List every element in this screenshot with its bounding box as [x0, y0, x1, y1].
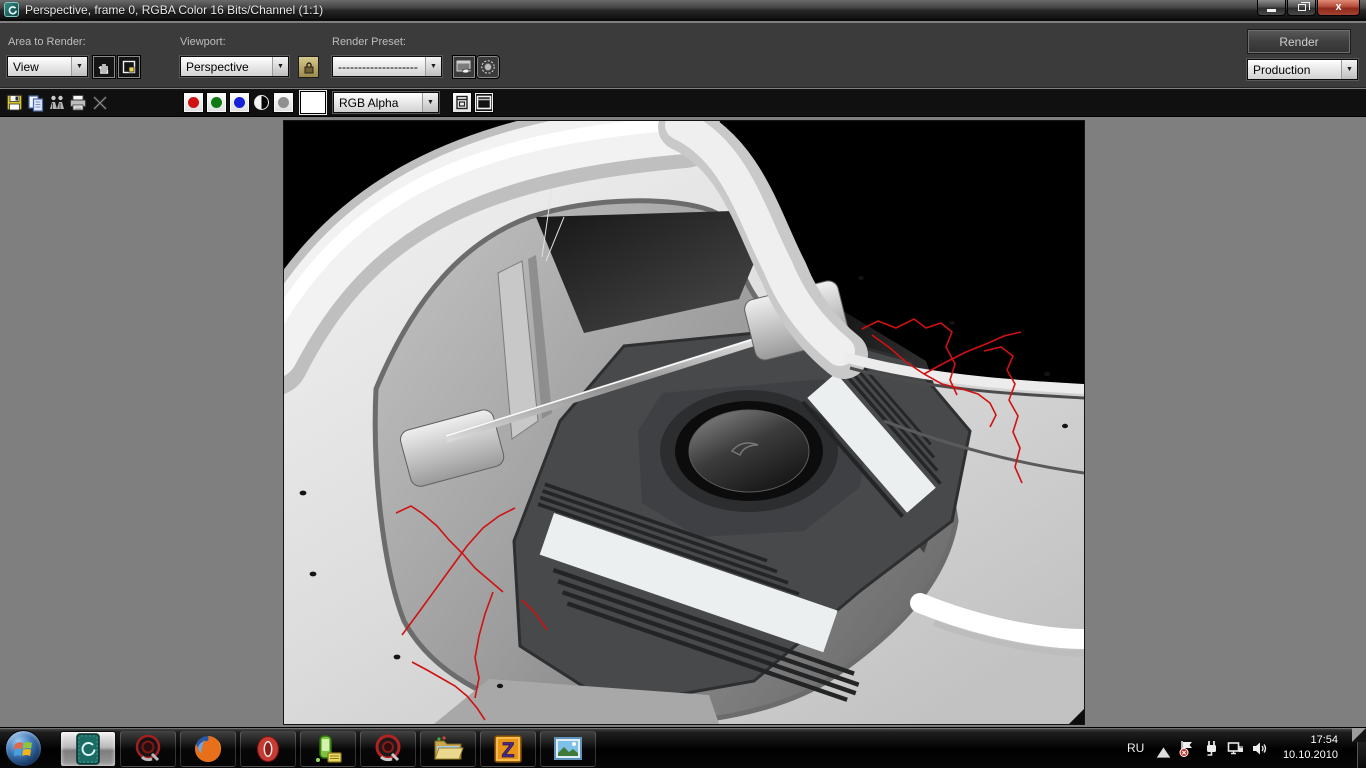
alpha-channel-button[interactable]: [273, 92, 294, 113]
taskbar-item-qip-contact[interactable]: [300, 731, 356, 767]
start-button[interactable]: [5, 730, 42, 767]
clear-color-swatch[interactable]: [300, 91, 326, 114]
render-setup-icon: [456, 59, 472, 75]
clock[interactable]: 17:54 10.10.2010: [1283, 733, 1338, 763]
red-channel-button[interactable]: [183, 92, 204, 113]
language-indicator[interactable]: RU: [1127, 741, 1144, 755]
device-plug-icon[interactable]: [1203, 740, 1220, 757]
chevron-down-icon: ▼: [425, 57, 441, 76]
viewport-label: Viewport:: [180, 36, 226, 48]
z-app-icon: Z: [492, 733, 524, 765]
channel-display-dropdown[interactable]: RGB Alpha ▼: [333, 92, 439, 113]
qip-contact-icon: [312, 733, 344, 765]
overlay-toggle-icon: [455, 95, 469, 110]
minimize-button[interactable]: [1257, 0, 1286, 16]
render-setup-button[interactable]: [453, 56, 475, 78]
delete-image-icon[interactable]: [91, 94, 109, 112]
rendered-frame-window: [283, 120, 1085, 725]
screen: Perspective, frame 0, RGBA Color 16 Bits…: [0, 0, 1366, 768]
3ds-max-logo-icon: [4, 2, 19, 17]
taskbar-item-opera[interactable]: [240, 731, 296, 767]
area-to-render-dropdown[interactable]: View ▼: [7, 56, 88, 77]
svg-text:Z: Z: [502, 739, 515, 762]
pan-hand-icon: [97, 60, 111, 74]
monochrome-button[interactable]: [254, 95, 269, 110]
render-mode-dropdown[interactable]: Production ▼: [1247, 59, 1358, 80]
render-preset-label: Render Preset:: [332, 36, 406, 48]
overlay-toggle-button[interactable]: [452, 92, 472, 113]
chevron-down-icon: ▼: [272, 57, 288, 76]
clone-window-icon[interactable]: [48, 94, 66, 112]
firefox-icon: [192, 733, 224, 765]
environment-icon: [480, 59, 496, 75]
green-channel-button[interactable]: [206, 92, 227, 113]
resize-corner: [1352, 728, 1366, 742]
fullscreen-toggle-icon: [476, 95, 492, 110]
taskbar-item-3ds-max[interactable]: [60, 731, 116, 767]
q-messenger-icon: [132, 733, 164, 765]
close-button[interactable]: x: [1317, 0, 1360, 16]
fullscreen-toggle-button[interactable]: [474, 92, 494, 113]
restore-button[interactable]: [1287, 0, 1316, 16]
area-to-render-label: Area to Render:: [8, 36, 86, 48]
minimize-icon: [1267, 9, 1276, 12]
chevron-down-icon: ▼: [71, 57, 87, 76]
restore-icon: [1298, 4, 1306, 11]
volume-icon[interactable]: [1251, 740, 1268, 757]
print-image-icon[interactable]: [69, 94, 87, 112]
taskbar-item-firefox[interactable]: [180, 731, 236, 767]
window-title: Perspective, frame 0, RGBA Color 16 Bits…: [25, 3, 323, 17]
taskbar-item-photo-viewer[interactable]: [540, 731, 596, 767]
titlebar[interactable]: Perspective, frame 0, RGBA Color 16 Bits…: [0, 0, 1366, 21]
frame-resize-grip[interactable]: [1069, 709, 1084, 724]
pan-hand-button[interactable]: [93, 56, 115, 78]
3ds-max-icon: [73, 733, 103, 765]
edit-region-icon: [122, 60, 136, 74]
windows-flag-icon: [14, 740, 34, 758]
action-center-flag-icon[interactable]: [1178, 740, 1195, 757]
blue-channel-icon: [234, 97, 245, 108]
tray-time: 17:54: [1283, 733, 1338, 748]
viewport-dropdown[interactable]: Perspective ▼: [180, 56, 289, 77]
taskbar-item-q-messenger-2[interactable]: [360, 731, 416, 767]
copy-image-icon[interactable]: [27, 94, 45, 112]
edit-region-button[interactable]: [118, 56, 140, 78]
save-image-icon[interactable]: [6, 94, 24, 112]
photo-viewer-icon: [552, 733, 584, 765]
taskbar-item-z-app[interactable]: Z: [480, 731, 536, 767]
red-channel-icon: [188, 97, 199, 108]
viewport-area: [0, 118, 1366, 727]
render-preset-dropdown[interactable]: -------------------- ▼: [332, 56, 442, 77]
chevron-down-icon: ▼: [1341, 60, 1357, 79]
taskbar: Z RU: [0, 727, 1366, 768]
blue-channel-button[interactable]: [229, 92, 250, 113]
chevron-down-icon: ▼: [422, 93, 438, 112]
explorer-folder-icon: [432, 733, 464, 765]
show-hidden-arrow[interactable]: [1155, 744, 1172, 761]
taskbar-item-windows-explorer[interactable]: [420, 731, 476, 767]
opera-icon: [252, 733, 284, 765]
render-image: [284, 121, 1084, 724]
q-messenger-icon: [372, 733, 404, 765]
3ds-max-spiral: [6, 4, 19, 17]
lock-icon: [303, 61, 315, 74]
render-toolbar: Area to Render: Viewport: Render Preset:…: [0, 23, 1366, 88]
viewport-lock-button[interactable]: [298, 56, 319, 78]
green-channel-icon: [211, 97, 222, 108]
render-button[interactable]: Render: [1248, 30, 1350, 53]
network-icon[interactable]: [1227, 740, 1244, 757]
environment-button[interactable]: [477, 56, 499, 78]
taskbar-item-q-messenger[interactable]: [120, 731, 176, 767]
tray-date: 10.10.2010: [1283, 748, 1338, 763]
alpha-channel-icon: [278, 97, 289, 108]
close-icon: x: [1335, 2, 1341, 13]
display-toolbar: RGB Alpha ▼: [0, 89, 1366, 117]
